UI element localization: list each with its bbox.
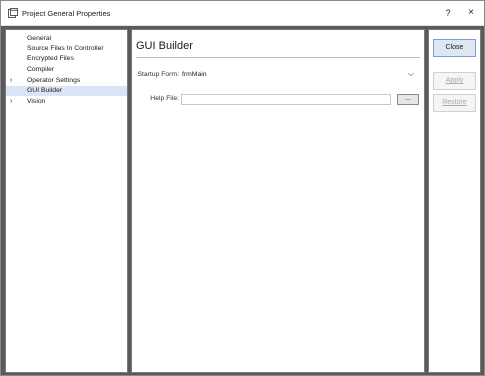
apply-button[interactable]: Apply [433,72,476,90]
startup-form-value: frmMain [182,71,207,78]
nav-item-compiler[interactable]: Compiler [6,65,127,75]
window-title: Project General Properties [22,9,111,18]
page-title: GUI Builder [136,40,193,52]
nav-item-label: Encrypted Files [27,55,74,62]
nav-item-label: General [27,35,52,42]
nav-item-label: Source Files In Controller [27,45,104,52]
nav-item-vision[interactable]: › Vision [6,97,127,107]
nav-item-label: GUI Builder [27,87,63,94]
properties-dialog: Project General Properties ? × General S… [0,0,485,376]
category-tree: General Source Files In Controller Encry… [5,29,128,373]
nav-item-general[interactable]: General [6,34,127,44]
settings-panel: GUI Builder Startup Form: frmMain ⌵ Help… [131,29,425,373]
nav-item-label: Vision [27,98,46,105]
nav-item-source-files[interactable]: Source Files In Controller [6,44,127,54]
nav-item-operator-settings[interactable]: › Operator Settings [6,76,127,86]
help-file-label: Help File: [150,95,179,102]
title-bar[interactable]: Project General Properties ? × [1,1,484,26]
window-close-button[interactable]: × [464,6,478,20]
startup-form-select[interactable]: frmMain ⌵ [180,69,417,80]
dialog-content: General Source Files In Controller Encry… [1,26,484,375]
nav-item-label: Operator Settings [27,77,81,84]
chevron-down-icon[interactable]: ⌵ [408,69,414,79]
nav-item-label: Compiler [27,66,55,73]
title-divider [136,57,420,58]
help-file-input[interactable] [181,94,391,105]
chevron-right-icon[interactable]: › [10,97,12,107]
nav-item-gui-builder[interactable]: GUI Builder [6,86,127,96]
app-window-icon [8,8,18,18]
browse-button[interactable]: ... [397,94,419,105]
close-button[interactable]: Close [433,39,476,57]
startup-form-label: Startup Form: [137,71,179,78]
chevron-right-icon[interactable]: › [10,76,12,86]
restore-button[interactable]: Restore [433,94,476,112]
nav-item-encrypted-files[interactable]: Encrypted Files [6,54,127,64]
action-column: Close Apply Restore [428,29,481,373]
help-button[interactable]: ? [441,6,455,20]
